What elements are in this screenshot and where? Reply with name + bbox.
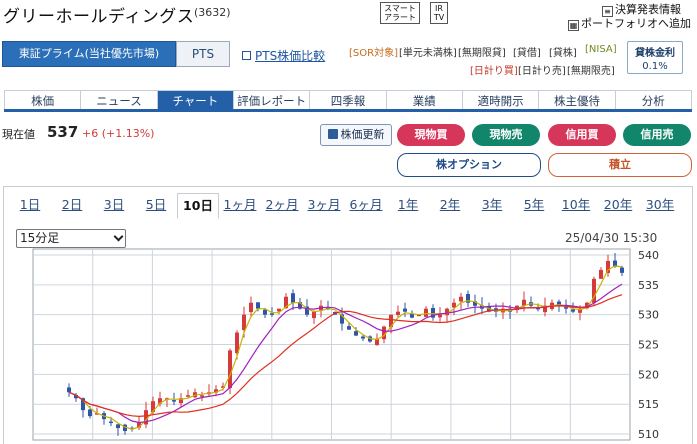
y-tick-label: 510 <box>638 428 659 441</box>
candle <box>459 296 463 302</box>
y-axis-ticks: 540 535 530 525 520 515 510 <box>638 249 659 441</box>
y-tick-label: 525 <box>638 339 659 352</box>
candle <box>270 313 274 315</box>
candle <box>347 326 351 330</box>
candle <box>312 311 316 319</box>
candle <box>200 395 204 397</box>
y-tick-label: 515 <box>638 398 659 411</box>
candle <box>291 293 295 303</box>
candle <box>186 395 190 397</box>
candle <box>256 302 260 309</box>
candle <box>438 314 442 318</box>
candle <box>424 308 428 317</box>
candle <box>88 409 92 417</box>
candle <box>249 302 253 313</box>
candle <box>403 308 407 312</box>
y-tick-label: 540 <box>638 249 659 262</box>
candle <box>620 267 624 273</box>
candle <box>354 331 358 336</box>
y-tick-label: 530 <box>638 309 659 322</box>
candle <box>172 400 176 402</box>
price-chart: 540 535 530 525 520 515 510 <box>32 248 659 441</box>
candle <box>228 350 232 388</box>
candle <box>116 424 120 429</box>
candle <box>361 336 365 339</box>
y-tick-label: 535 <box>638 279 659 292</box>
candle <box>242 314 246 330</box>
candle <box>396 311 400 316</box>
candle <box>109 421 113 424</box>
candle <box>67 387 71 393</box>
candle <box>564 307 568 309</box>
candle <box>599 269 603 279</box>
y-tick-label: 520 <box>638 368 659 381</box>
candle <box>571 309 575 312</box>
candle <box>263 309 267 315</box>
